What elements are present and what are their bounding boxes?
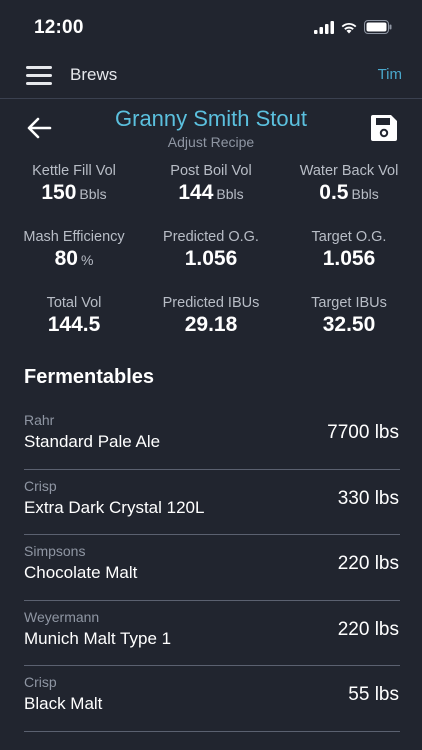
stat-value: 1.056 xyxy=(184,247,238,270)
stat-label: Target O.G. xyxy=(311,229,387,245)
list-item[interactable]: Crisp Black Malt 55 lbs xyxy=(24,666,400,732)
ferm-supplier: Rahr xyxy=(24,412,55,428)
wifi-icon xyxy=(341,22,357,33)
signal-icon xyxy=(314,20,334,34)
stat-target-ibus: Target IBUs 32.50 xyxy=(284,295,414,337)
stat-label: Target IBUs xyxy=(311,295,387,311)
stats-row-ibus: Total Vol 144.5 Predicted IBUs 29.18 Tar… xyxy=(0,295,422,361)
ferm-amount: 55 lbs xyxy=(348,684,399,705)
recipe-stats: Kettle Fill Vol 150 Bbls Post Boil Vol 14… xyxy=(0,163,422,361)
ferm-amount: 220 lbs xyxy=(337,618,399,640)
stat-value: 32.50 xyxy=(322,313,376,336)
stat-value: 29.18 xyxy=(184,313,238,336)
stat-mash-efficiency[interactable]: Mash Efficiency 80% xyxy=(9,229,139,271)
stat-label: Water Back Vol xyxy=(299,163,399,179)
stat-label: Mash Efficiency xyxy=(23,229,125,245)
stat-kettle-fill-vol[interactable]: Kettle Fill Vol 150 Bbls xyxy=(9,163,139,205)
stat-unit: Bbls xyxy=(79,186,107,202)
status-time: 12:00 xyxy=(34,17,84,38)
stat-label: Post Boil Vol xyxy=(170,163,252,179)
list-item[interactable]: Rahr Standard Pale Ale 7700 lbs xyxy=(24,404,400,470)
save-icon[interactable] xyxy=(370,114,398,142)
recipe-header: Granny Smith Stout Adjust Recipe xyxy=(0,104,422,154)
ferm-supplier: Crisp xyxy=(24,477,57,494)
ferm-supplier: Weyermann xyxy=(24,608,100,625)
menu-icon[interactable] xyxy=(26,66,52,86)
ferm-name: Extra Dark Crystal 120L xyxy=(24,497,205,517)
stat-predicted-ibus: Predicted IBUs 29.18 xyxy=(146,295,276,337)
ferm-amount: 7700 lbs xyxy=(327,422,399,443)
nav-bar: Brews Tim xyxy=(0,56,422,99)
ferm-amount: 220 lbs xyxy=(337,553,399,574)
stat-label: Total Vol xyxy=(46,295,102,311)
ferm-name: Standard Pale Ale xyxy=(24,432,161,451)
ferm-amount: 330 lbs xyxy=(337,487,399,509)
stat-unit: Bbls xyxy=(351,186,379,202)
stat-predicted-og: Predicted O.G. 1.056 xyxy=(146,229,276,271)
stat-value: 150 Bbls xyxy=(41,181,107,204)
stat-value: 144 Bbls xyxy=(178,181,244,204)
list-item[interactable]: Crisp Extra Dark Crystal 120L 330 lbs xyxy=(24,470,400,535)
ferm-supplier: Crisp xyxy=(24,674,57,690)
ferm-name: Munich Malt Type 1 xyxy=(24,628,172,648)
stats-row-gravity: Mash Efficiency 80% Predicted O.G. 1.056… xyxy=(0,229,422,295)
ferm-supplier: Simpsons xyxy=(24,543,86,559)
stat-post-boil-vol[interactable]: Post Boil Vol 144 Bbls xyxy=(146,163,276,205)
fermentables-list: Rahr Standard Pale Ale 7700 lbs Crisp Ex… xyxy=(24,404,400,732)
stat-value: 144.5 xyxy=(47,313,101,336)
list-item[interactable]: Weyermann Munich Malt Type 1 220 lbs xyxy=(24,601,400,666)
ferm-name: Chocolate Malt xyxy=(24,563,138,582)
stats-row-volumes: Kettle Fill Vol 150 Bbls Post Boil Vol 14… xyxy=(0,163,422,229)
nav-title: Brews xyxy=(70,65,118,84)
stat-value: 0.5 Bbls xyxy=(319,181,379,204)
ferm-name: Black Malt xyxy=(24,694,103,713)
stat-target-og: Target O.G. 1.056 xyxy=(284,229,414,271)
stat-value: 1.056 xyxy=(322,247,376,270)
recipe-title: Granny Smith Stout xyxy=(115,106,307,131)
stat-label: Kettle Fill Vol xyxy=(32,163,116,179)
list-item[interactable]: Simpsons Chocolate Malt 220 lbs xyxy=(24,535,400,601)
stat-label: Predicted IBUs xyxy=(162,295,260,311)
stat-label: Predicted O.G. xyxy=(163,229,259,245)
stat-total-vol: Total Vol 144.5 xyxy=(9,295,139,337)
battery-icon xyxy=(364,20,392,34)
stat-unit: % xyxy=(80,252,94,268)
stat-value: 80% xyxy=(54,247,94,270)
stat-water-back-vol[interactable]: Water Back Vol 0.5 Bbls xyxy=(284,163,414,205)
status-bar: 12:00 xyxy=(0,0,422,56)
recipe-subtitle: Adjust Recipe xyxy=(167,134,255,150)
user-link[interactable]: Tim xyxy=(378,66,402,83)
stat-unit: Bbls xyxy=(216,186,244,202)
status-icons xyxy=(314,20,392,34)
fermentables-heading: Fermentables xyxy=(24,366,155,388)
